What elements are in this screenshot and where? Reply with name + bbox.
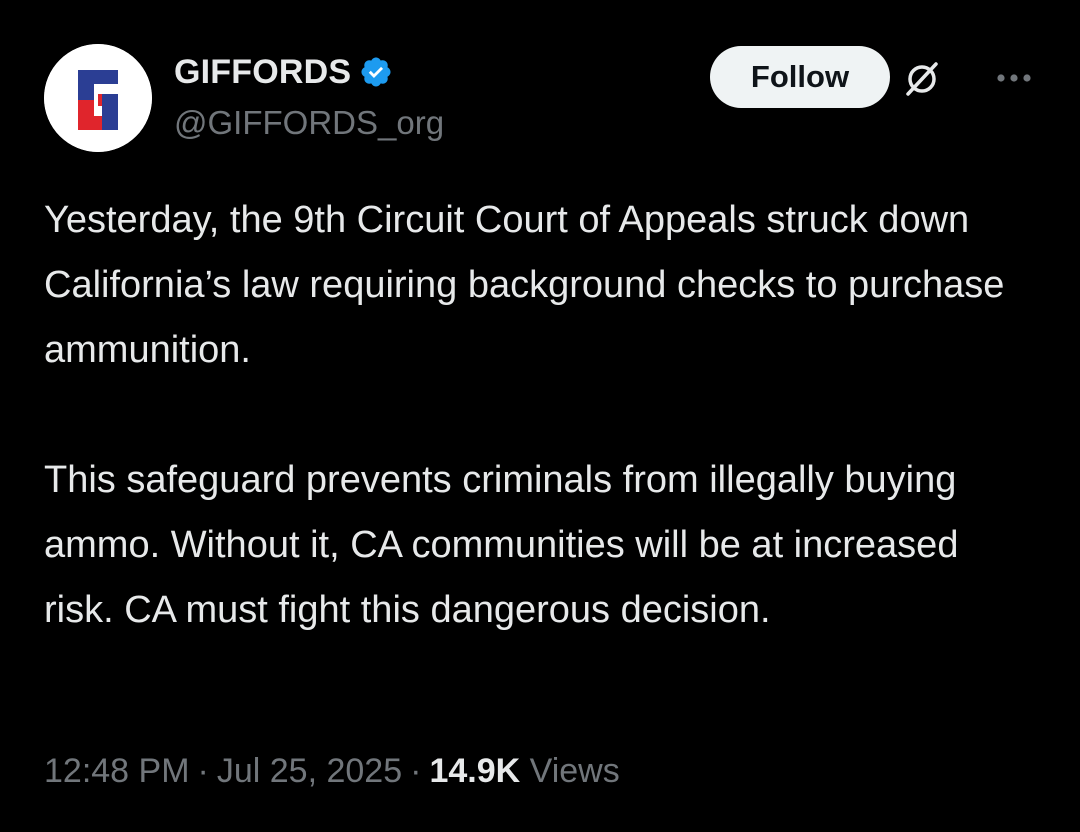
- tweet-header: GIFFORDS @GIFFORDS_org Follow: [44, 44, 1036, 154]
- separator-dot: ·: [197, 752, 209, 790]
- follow-button[interactable]: Follow: [710, 46, 890, 108]
- author-handle[interactable]: @GIFFORDS_org: [174, 104, 444, 142]
- avatar[interactable]: [44, 44, 152, 152]
- tweet-meta: 12:48 PM · Jul 25, 2025 · 14.9K Views: [44, 752, 620, 791]
- views-count: 14.9K: [429, 752, 521, 790]
- tweet-text: Yesterday, the 9th Circuit Court of Appe…: [44, 188, 1036, 643]
- separator-dot: ·: [410, 752, 422, 790]
- display-name[interactable]: GIFFORDS: [174, 53, 351, 92]
- tweet-time[interactable]: 12:48 PM: [44, 752, 190, 790]
- views-label: Views: [529, 752, 620, 790]
- author-names: GIFFORDS @GIFFORDS_org: [174, 50, 444, 142]
- more-icon[interactable]: [992, 56, 1036, 100]
- tweet-paragraph: Yesterday, the 9th Circuit Court of Appe…: [44, 199, 1005, 371]
- grok-icon[interactable]: [900, 56, 944, 100]
- tweet-paragraph: This safeguard prevents criminals from i…: [44, 459, 959, 631]
- display-name-row: GIFFORDS: [174, 50, 444, 94]
- tweet-date[interactable]: Jul 25, 2025: [217, 752, 402, 790]
- verified-badge-icon: [359, 55, 393, 89]
- giffords-logo-icon: [44, 44, 152, 152]
